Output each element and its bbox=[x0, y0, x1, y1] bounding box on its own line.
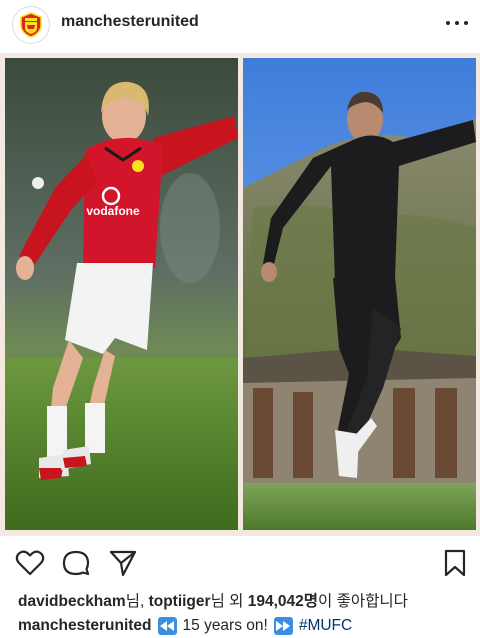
likes-separator-2: 님 외 bbox=[210, 593, 248, 610]
more-options-icon[interactable] bbox=[446, 14, 468, 32]
post-header: manchesterunited bbox=[0, 0, 480, 52]
post-photo[interactable]: vodafone bbox=[0, 53, 480, 536]
rewind-emoji bbox=[157, 617, 177, 635]
caption-text: 15 years on! bbox=[182, 617, 268, 634]
caption-hashtag[interactable]: #MUFC bbox=[299, 617, 352, 635]
liker-username-2[interactable]: toptiiger bbox=[149, 593, 211, 610]
send-icon[interactable] bbox=[106, 546, 140, 580]
avatar[interactable] bbox=[12, 6, 50, 44]
liker-username-1[interactable]: davidbeckham bbox=[18, 593, 126, 610]
manchester-united-crest-icon bbox=[20, 12, 42, 38]
shirt-sponsor-text: vodafone bbox=[86, 204, 140, 218]
likes-suffix: 이 좋아합니다 bbox=[318, 593, 408, 610]
fast-forward-emoji bbox=[273, 617, 293, 635]
bookmark-icon[interactable] bbox=[438, 546, 472, 580]
likes-separator-1: 님, bbox=[125, 593, 149, 610]
likes-summary[interactable]: davidbeckham님, toptiiger님 외 194,042명이 좋아… bbox=[18, 589, 408, 611]
caption-username[interactable]: manchesterunited bbox=[18, 617, 152, 635]
likes-count[interactable]: 194,042명 bbox=[248, 593, 318, 610]
photo-panel-left: vodafone bbox=[5, 58, 238, 530]
action-bar bbox=[0, 540, 480, 586]
comment-icon[interactable] bbox=[59, 546, 93, 580]
post-caption: manchesterunited 15 years on! #MUFC bbox=[18, 617, 352, 635]
photo-panel-right bbox=[243, 58, 476, 530]
post-username[interactable]: manchesterunited bbox=[61, 13, 199, 31]
heart-icon[interactable] bbox=[13, 546, 47, 580]
